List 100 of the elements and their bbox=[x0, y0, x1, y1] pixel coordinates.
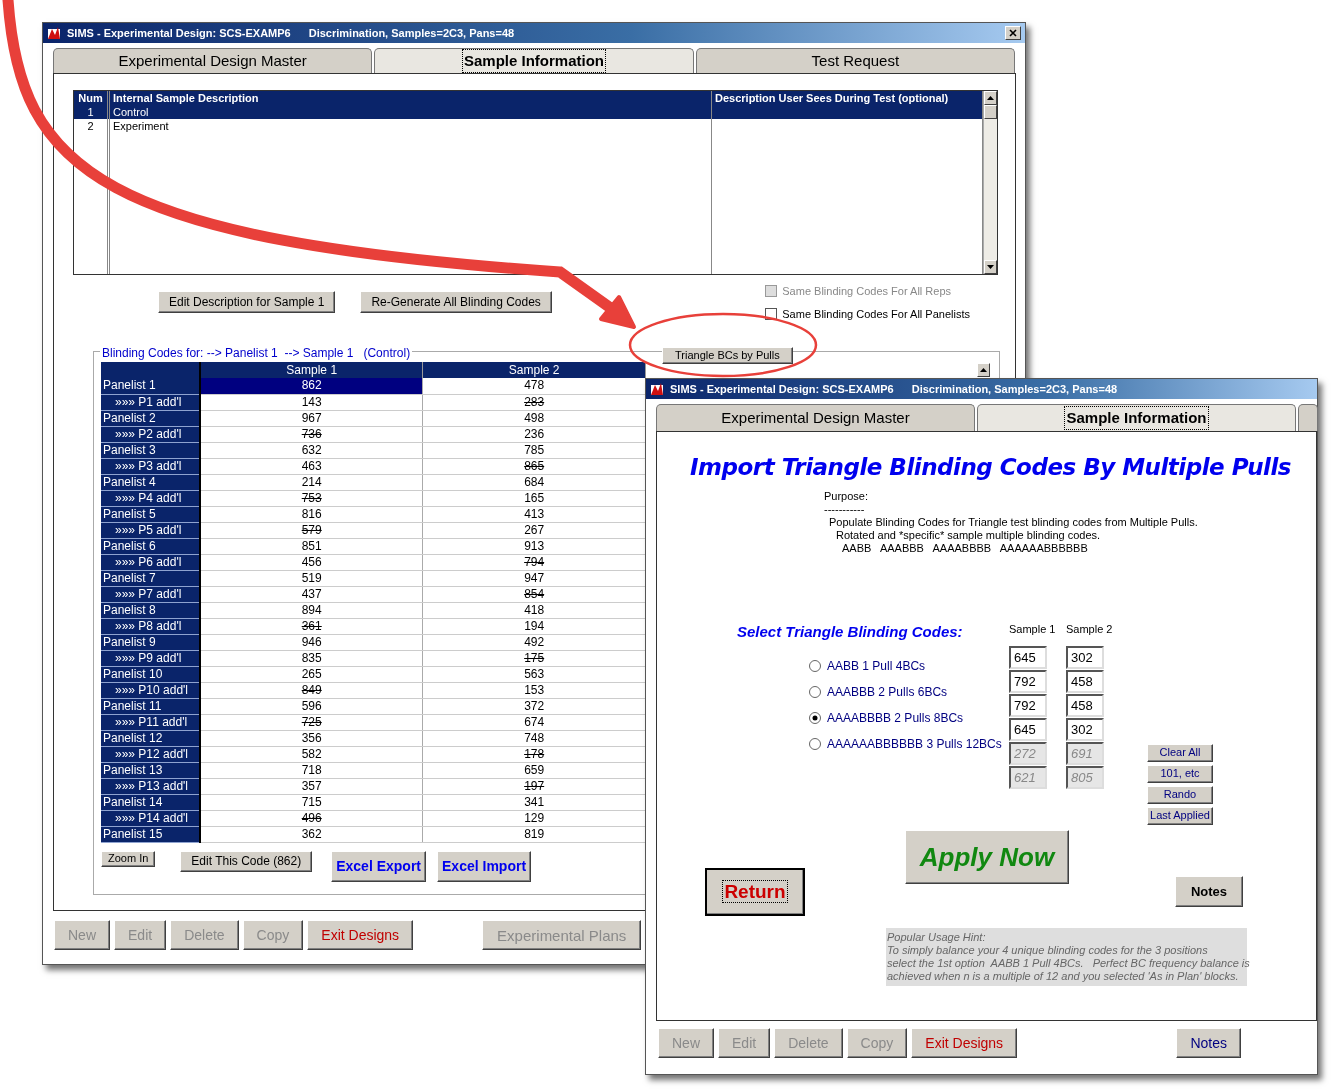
exit-button[interactable]: Exit Designs bbox=[307, 920, 414, 950]
code-cell[interactable]: 356 bbox=[200, 730, 423, 746]
code-field[interactable]: 458 bbox=[1066, 670, 1104, 693]
code-cell[interactable]: 194 bbox=[422, 618, 646, 634]
code-cell[interactable]: 715 bbox=[200, 794, 423, 810]
code-cell[interactable]: 582 bbox=[200, 746, 423, 762]
code-cell[interactable]: 632 bbox=[200, 442, 423, 458]
return-button[interactable]: Return bbox=[705, 867, 805, 916]
code-cell[interactable]: 849 bbox=[200, 682, 423, 698]
code-cell[interactable]: 236 bbox=[422, 426, 646, 442]
code-cell[interactable]: 736 bbox=[200, 426, 423, 442]
grid-button[interactable]: Zoom In bbox=[101, 850, 156, 867]
exit-button[interactable]: Exit Designs bbox=[911, 1028, 1018, 1058]
code-cell[interactable]: 341 bbox=[422, 794, 646, 810]
grid-button[interactable]: Edit This Code (862) bbox=[180, 850, 313, 872]
code-cell[interactable]: 498 bbox=[422, 410, 646, 426]
code-cell[interactable]: 178 bbox=[422, 746, 646, 762]
close-button[interactable] bbox=[1005, 26, 1021, 40]
code-cell[interactable]: 913 bbox=[422, 538, 646, 554]
code-cell[interactable]: 456 bbox=[200, 554, 423, 570]
scroll-up-button[interactable] bbox=[977, 363, 990, 377]
code-cell[interactable]: 214 bbox=[200, 474, 423, 490]
code-field[interactable]: 645 bbox=[1009, 646, 1047, 669]
tab-edge[interactable] bbox=[1298, 404, 1318, 431]
scroll-up-button[interactable] bbox=[984, 91, 997, 105]
code-cell[interactable]: 362 bbox=[200, 826, 423, 842]
tab[interactable]: Experimental Design Master bbox=[53, 48, 373, 73]
code-cell[interactable]: 478 bbox=[422, 378, 646, 394]
code-cell[interactable]: 197 bbox=[422, 778, 646, 794]
code-cell[interactable]: 413 bbox=[422, 506, 646, 522]
code-cell[interactable]: 862 bbox=[200, 378, 423, 394]
triangle-button[interactable]: Triangle BCs by Pulls bbox=[662, 347, 793, 364]
code-cell[interactable]: 816 bbox=[200, 506, 423, 522]
code-cell[interactable]: 659 bbox=[422, 762, 646, 778]
code-cell[interactable]: 357 bbox=[200, 778, 423, 794]
notes-button[interactable]: Notes bbox=[1175, 875, 1243, 907]
code-cell[interactable]: 129 bbox=[422, 810, 646, 826]
radio-button[interactable] bbox=[809, 712, 821, 724]
side-button[interactable]: Last Applied bbox=[1147, 806, 1213, 825]
code-cell[interactable]: 748 bbox=[422, 730, 646, 746]
code-cell[interactable]: 563 bbox=[422, 666, 646, 682]
code-cell[interactable]: 967 bbox=[200, 410, 423, 426]
tab[interactable]: Sample Information bbox=[374, 48, 694, 73]
code-cell[interactable]: 519 bbox=[200, 570, 423, 586]
code-cell[interactable]: 361 bbox=[200, 618, 423, 634]
scroll-down-button[interactable] bbox=[984, 260, 997, 274]
code-cell[interactable]: 684 bbox=[422, 474, 646, 490]
code-field[interactable]: 645 bbox=[1009, 718, 1047, 741]
tab[interactable]: Sample Information bbox=[977, 404, 1296, 431]
code-cell[interactable]: 492 bbox=[422, 634, 646, 650]
code-cell[interactable]: 947 bbox=[422, 570, 646, 586]
code-cell[interactable]: 725 bbox=[200, 714, 423, 730]
code-cell[interactable]: 718 bbox=[200, 762, 423, 778]
code-cell[interactable]: 865 bbox=[422, 458, 646, 474]
action-button[interactable]: Re-Generate All Blinding Codes bbox=[360, 291, 552, 313]
side-button[interactable]: Rando bbox=[1147, 785, 1213, 804]
code-cell[interactable]: 496 bbox=[200, 810, 423, 826]
code-cell[interactable]: 785 bbox=[422, 442, 646, 458]
tab[interactable]: Experimental Design Master bbox=[656, 404, 975, 431]
code-cell[interactable]: 265 bbox=[200, 666, 423, 682]
code-cell[interactable]: 674 bbox=[422, 714, 646, 730]
scrollbar[interactable] bbox=[983, 91, 997, 274]
code-field[interactable]: 302 bbox=[1066, 646, 1104, 669]
code-cell[interactable]: 175 bbox=[422, 650, 646, 666]
grid-button[interactable]: Excel Export bbox=[331, 850, 427, 882]
side-button[interactable]: Clear All bbox=[1147, 743, 1213, 762]
radio-button[interactable] bbox=[809, 660, 821, 672]
code-cell[interactable]: 463 bbox=[200, 458, 423, 474]
code-cell[interactable]: 835 bbox=[200, 650, 423, 666]
code-cell[interactable]: 143 bbox=[200, 394, 423, 410]
code-cell[interactable]: 418 bbox=[422, 602, 646, 618]
window-subtitle: Discrimination, Samples=2C3, Pans=48 bbox=[911, 381, 1118, 397]
code-field[interactable]: 792 bbox=[1009, 670, 1047, 693]
radio-button[interactable] bbox=[809, 686, 821, 698]
code-field[interactable]: 458 bbox=[1066, 694, 1104, 717]
code-cell[interactable]: 854 bbox=[422, 586, 646, 602]
code-cell[interactable]: 372 bbox=[422, 698, 646, 714]
tab[interactable]: Test Request bbox=[695, 48, 1015, 73]
code-cell[interactable]: 437 bbox=[200, 586, 423, 602]
code-cell[interactable]: 267 bbox=[422, 522, 646, 538]
code-cell[interactable]: 894 bbox=[200, 602, 423, 618]
code-cell[interactable]: 753 bbox=[200, 490, 423, 506]
code-cell[interactable]: 579 bbox=[200, 522, 423, 538]
scrollbar-thumb[interactable] bbox=[984, 105, 997, 119]
code-cell[interactable]: 794 bbox=[422, 554, 646, 570]
code-cell[interactable]: 851 bbox=[200, 538, 423, 554]
code-cell[interactable]: 153 bbox=[422, 682, 646, 698]
side-button[interactable]: 101, etc bbox=[1147, 764, 1213, 783]
code-field[interactable]: 792 bbox=[1009, 694, 1047, 717]
code-cell[interactable]: 596 bbox=[200, 698, 423, 714]
code-field[interactable]: 302 bbox=[1066, 718, 1104, 741]
grid-button[interactable]: Excel Import bbox=[437, 850, 532, 882]
code-cell[interactable]: 165 bbox=[422, 490, 646, 506]
list-row[interactable]: 1 Control bbox=[74, 105, 983, 119]
radio-button[interactable] bbox=[809, 738, 821, 750]
code-cell[interactable]: 819 bbox=[422, 826, 646, 842]
code-cell[interactable]: 283 bbox=[422, 394, 646, 410]
code-cell[interactable]: 946 bbox=[200, 634, 423, 650]
action-button[interactable]: Edit Description for Sample 1 bbox=[158, 291, 336, 313]
notes-button[interactable]: Notes bbox=[1176, 1028, 1241, 1058]
